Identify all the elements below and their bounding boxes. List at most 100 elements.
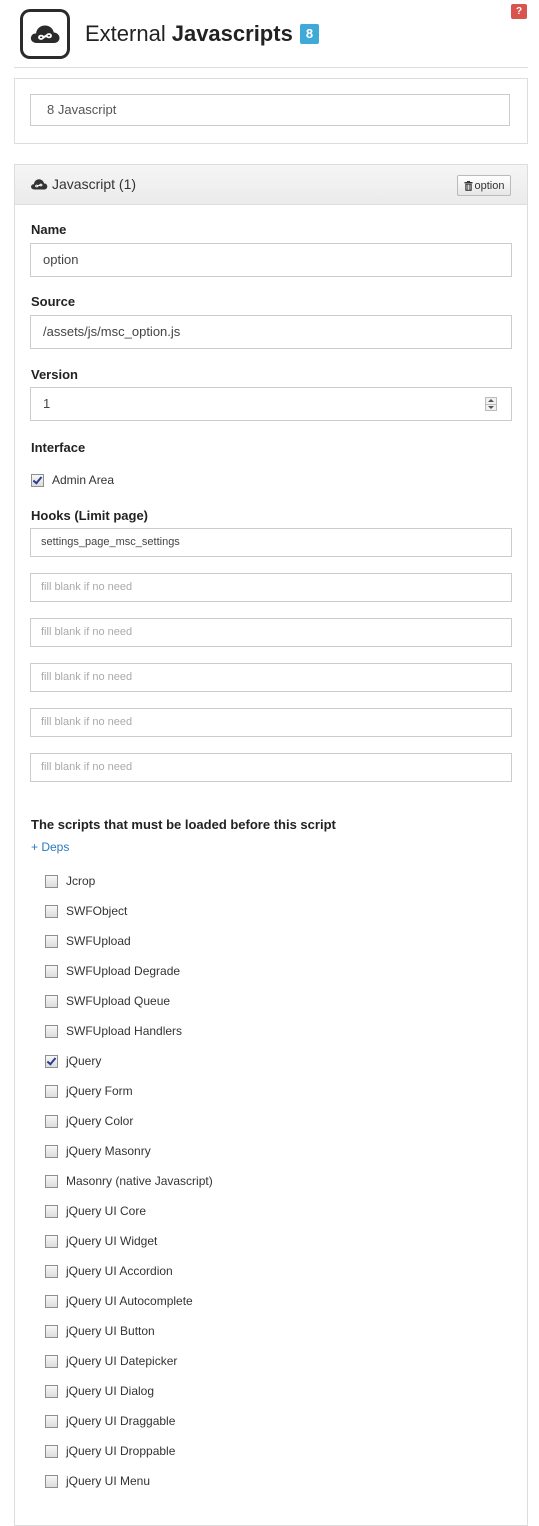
dep-item[interactable]: jQuery UI Draggable — [45, 1413, 175, 1429]
hook-field[interactable]: fill blank if no need — [30, 573, 512, 602]
version-label: Version — [31, 367, 78, 382]
panel-title-text: Javascript (1) — [52, 176, 137, 192]
dep-label: SWFUpload — [66, 934, 131, 948]
page-header: External Javascripts 8 — [20, 8, 320, 60]
help-button[interactable]: ? — [511, 4, 527, 19]
hook-field[interactable]: fill blank if no need — [30, 618, 512, 647]
dep-label: jQuery UI Droppable — [66, 1444, 176, 1458]
dep-label: jQuery Color — [66, 1114, 134, 1128]
dep-item[interactable]: jQuery Form — [45, 1083, 133, 1099]
dep-item[interactable]: jQuery Color — [45, 1113, 133, 1129]
page-title: External Javascripts 8 — [85, 21, 320, 47]
dep-checkbox[interactable] — [45, 1384, 58, 1398]
dep-item[interactable]: jQuery UI Accordion — [45, 1263, 173, 1279]
dep-item[interactable]: jQuery UI Autocomplete — [45, 1293, 193, 1309]
dep-checkbox[interactable] — [45, 1054, 58, 1068]
dep-label: jQuery Form — [66, 1084, 133, 1098]
dep-label: jQuery UI Dialog — [66, 1384, 155, 1398]
panel-heading: Javascript (1) option — [15, 165, 527, 205]
dep-label: jQuery UI Draggable — [66, 1414, 176, 1428]
dep-label: jQuery — [66, 1054, 102, 1068]
hooks-label: Hooks (Limit page) — [31, 508, 149, 523]
deps-title: The scripts that must be loaded before t… — [31, 817, 336, 832]
interface-label: Interface — [31, 440, 86, 455]
dep-checkbox[interactable] — [45, 1144, 58, 1158]
hook-field[interactable]: fill blank if no need — [30, 708, 512, 737]
count-badge: 8 — [299, 24, 320, 44]
dep-checkbox[interactable] — [45, 994, 58, 1008]
option-button-label: option — [474, 179, 505, 192]
dep-checkbox[interactable] — [45, 1324, 58, 1338]
dep-checkbox[interactable] — [45, 1414, 58, 1428]
cloud-icon — [31, 179, 48, 190]
trash-icon — [464, 180, 472, 191]
dep-checkbox[interactable] — [45, 1114, 58, 1128]
version-value: 1 — [43, 396, 51, 411]
admin-area-checkbox[interactable] — [31, 473, 44, 487]
dep-item[interactable]: jQuery UI Dialog — [45, 1383, 154, 1399]
summary-box: 8 Javascript — [14, 78, 528, 144]
dep-label: jQuery UI Button — [66, 1324, 155, 1338]
dep-item[interactable]: jQuery UI Button — [45, 1323, 155, 1339]
dep-item[interactable]: jQuery Masonry — [45, 1143, 151, 1159]
dep-label: jQuery UI Menu — [66, 1474, 151, 1488]
dep-item[interactable]: jQuery UI Core — [45, 1203, 146, 1219]
dep-item[interactable]: SWFUpload Queue — [45, 993, 170, 1009]
panel-title: Javascript (1) — [30, 176, 136, 192]
title-bold: Javascripts — [171, 21, 293, 46]
dep-label: jQuery UI Datepicker — [66, 1354, 178, 1368]
dep-checkbox[interactable] — [45, 1354, 58, 1368]
add-deps-link[interactable]: + Deps — [31, 840, 69, 854]
admin-area-label: Admin Area — [52, 473, 115, 487]
header-divider — [14, 67, 528, 68]
dep-label: Masonry (native Javascript) — [66, 1174, 213, 1188]
source-label: Source — [31, 294, 76, 309]
dep-item[interactable]: Jcrop — [45, 873, 95, 889]
stepper-down-icon[interactable] — [486, 405, 496, 411]
dep-item[interactable]: jQuery UI Widget — [45, 1233, 157, 1249]
dep-checkbox[interactable] — [45, 1204, 58, 1218]
dep-item[interactable]: jQuery UI Droppable — [45, 1443, 175, 1459]
dep-checkbox[interactable] — [45, 1174, 58, 1188]
javascript-panel: Javascript (1) option Name option Source… — [14, 164, 528, 1526]
dep-checkbox[interactable] — [45, 1264, 58, 1278]
dep-item[interactable]: SWFUpload Degrade — [45, 963, 180, 979]
dep-checkbox[interactable] — [45, 874, 58, 888]
dep-checkbox[interactable] — [45, 1084, 58, 1098]
dep-checkbox[interactable] — [45, 1024, 58, 1038]
dep-label: jQuery UI Accordion — [66, 1264, 173, 1278]
dep-label: SWFUpload Degrade — [66, 964, 181, 978]
dep-checkbox[interactable] — [45, 1294, 58, 1308]
dep-item[interactable]: jQuery UI Menu — [45, 1473, 150, 1489]
summary-field[interactable]: 8 Javascript — [30, 94, 510, 126]
dep-item[interactable]: SWFUpload Handlers — [45, 1023, 182, 1039]
name-field[interactable]: option — [30, 243, 512, 277]
dep-label: SWFUpload Handlers — [66, 1024, 183, 1038]
dep-checkbox[interactable] — [45, 1444, 58, 1458]
dep-checkbox[interactable] — [45, 1234, 58, 1248]
hook-field[interactable]: fill blank if no need — [30, 753, 512, 782]
version-field[interactable]: 1 — [30, 387, 512, 421]
dep-checkbox[interactable] — [45, 964, 58, 978]
dep-label: jQuery UI Widget — [66, 1234, 158, 1248]
dep-item[interactable]: jQuery — [45, 1053, 101, 1069]
dep-item[interactable]: SWFUpload — [45, 933, 131, 949]
dep-label: SWFUpload Queue — [66, 994, 171, 1008]
dep-checkbox[interactable] — [45, 904, 58, 918]
admin-area-option[interactable]: Admin Area — [31, 472, 114, 488]
version-stepper[interactable] — [485, 397, 497, 411]
dep-label: SWFObject — [66, 904, 128, 918]
source-field[interactable]: /assets/js/msc_option.js — [30, 315, 512, 349]
hook-field[interactable]: settings_page_msc_settings — [30, 528, 512, 557]
dep-checkbox[interactable] — [45, 1474, 58, 1488]
hook-field[interactable]: fill blank if no need — [30, 663, 512, 692]
option-button[interactable]: option — [457, 175, 511, 196]
dep-item[interactable]: SWFObject — [45, 903, 127, 919]
dep-checkbox[interactable] — [45, 934, 58, 948]
dep-item[interactable]: jQuery UI Datepicker — [45, 1353, 177, 1369]
cloud-infinity-icon — [20, 9, 70, 59]
dep-item[interactable]: Masonry (native Javascript) — [45, 1173, 213, 1189]
dep-label: jQuery UI Autocomplete — [66, 1294, 193, 1308]
name-label: Name — [31, 222, 67, 237]
title-light: External — [85, 21, 166, 46]
